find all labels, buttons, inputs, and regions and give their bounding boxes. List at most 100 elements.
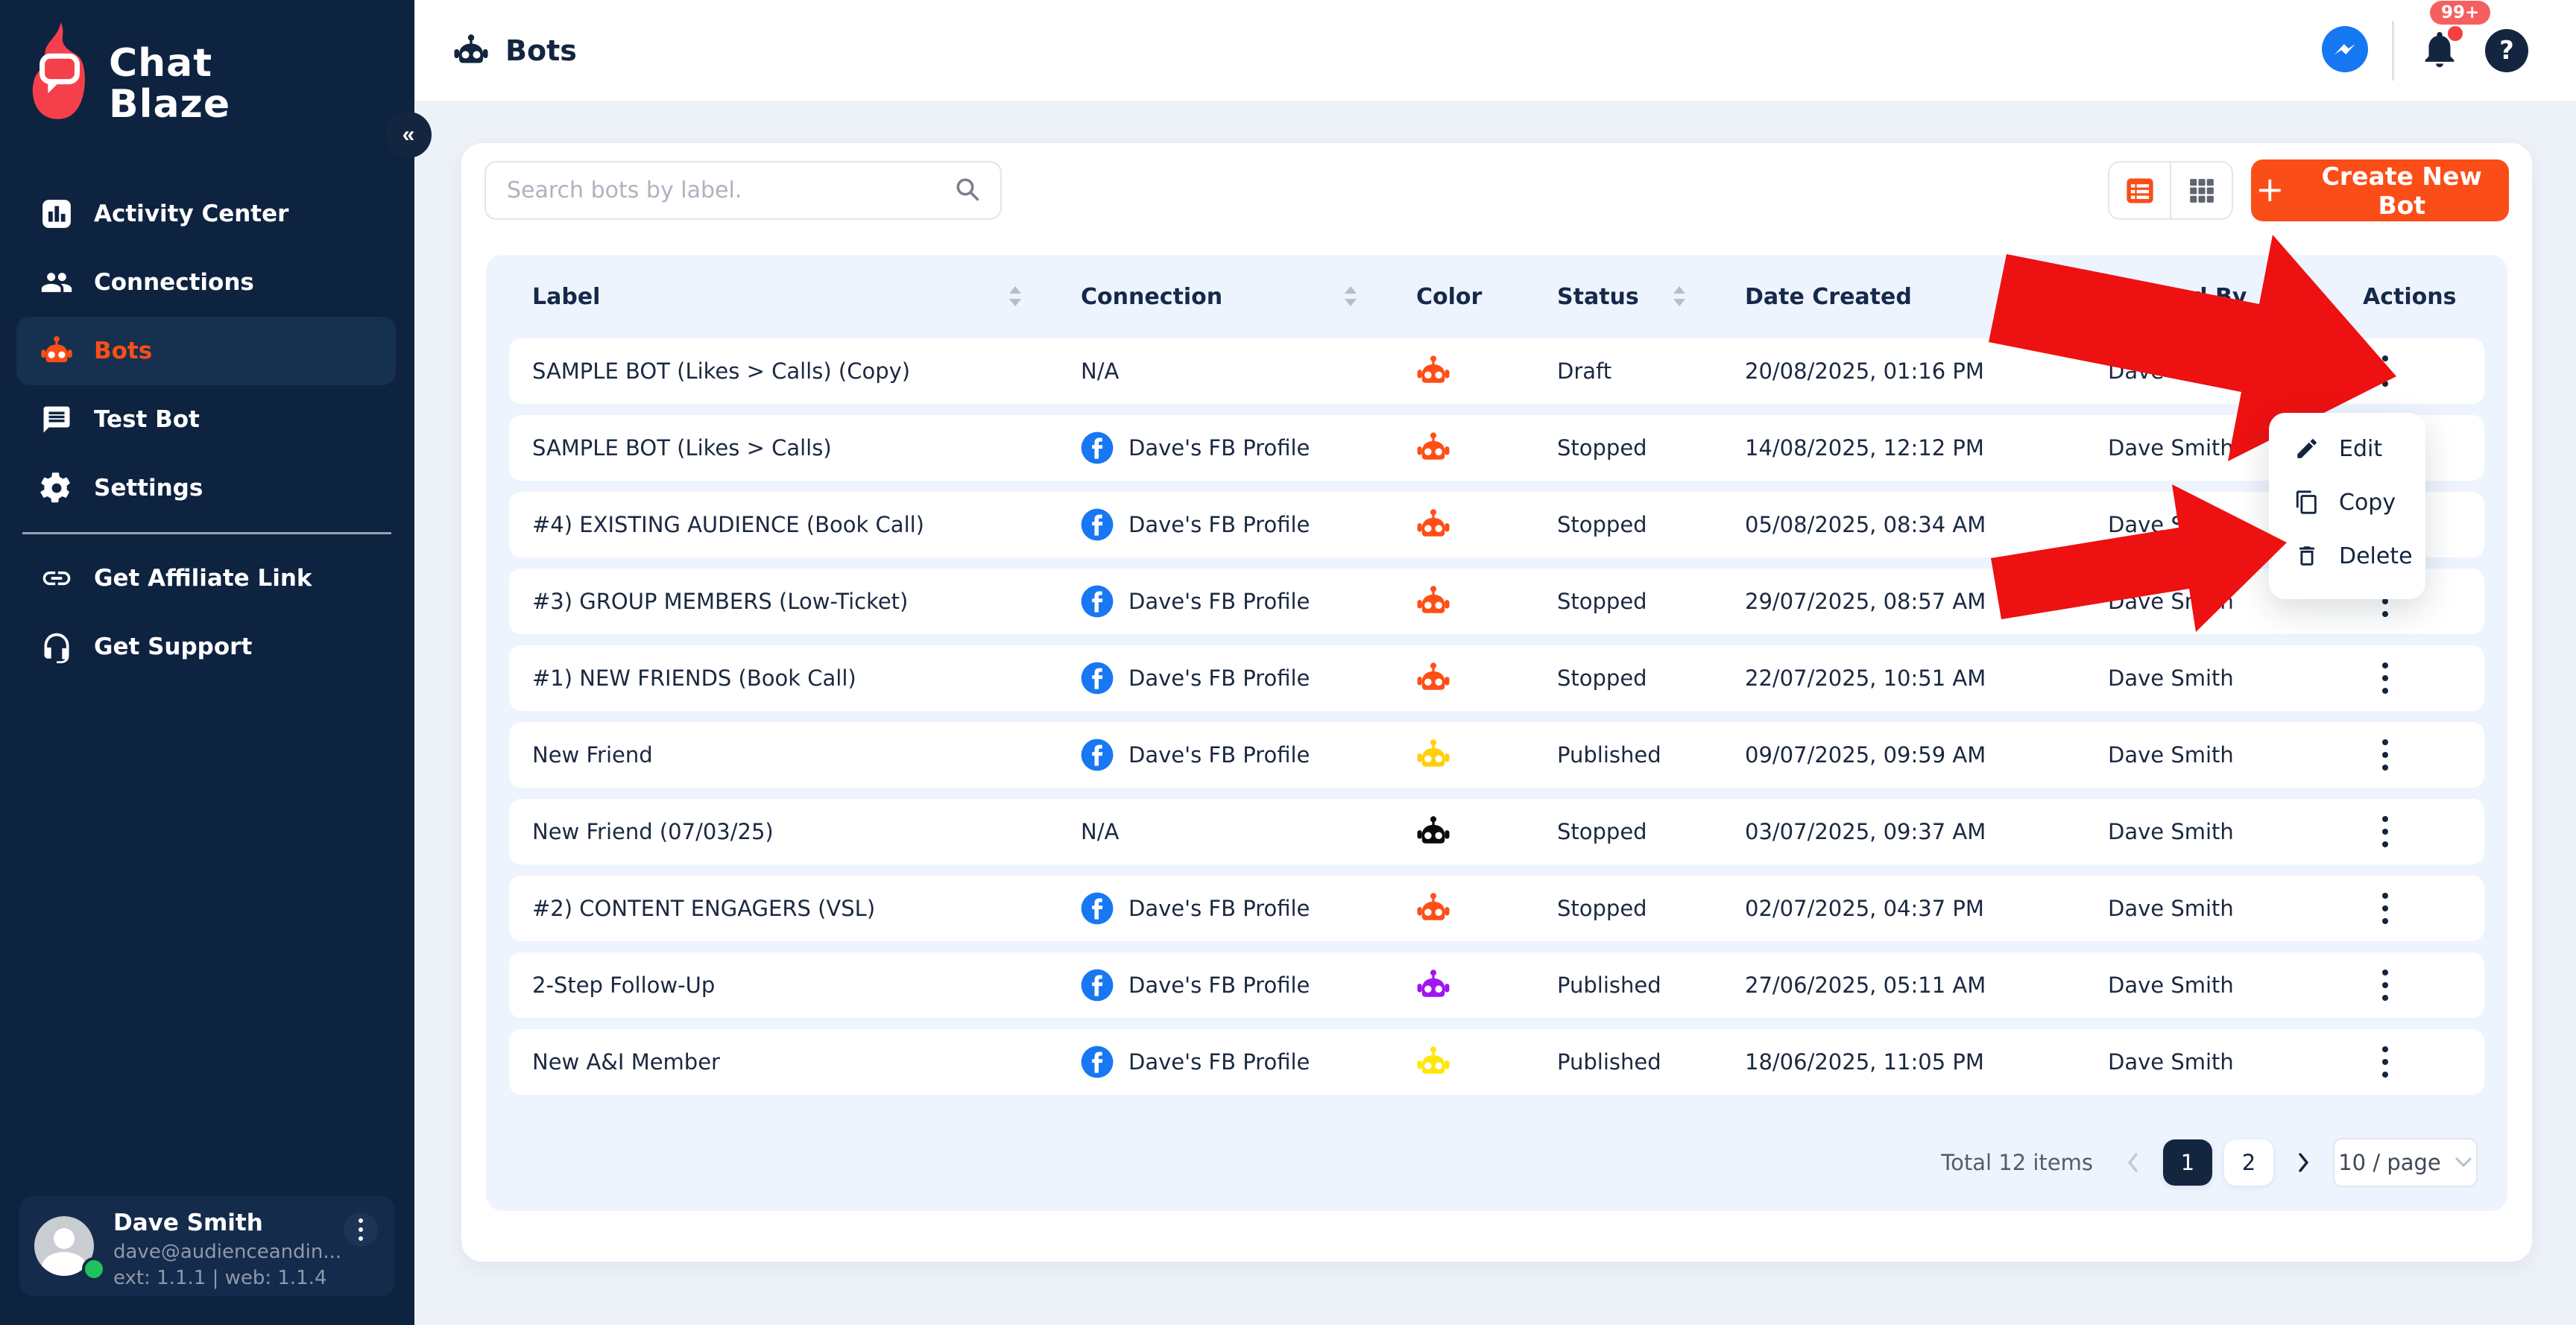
row-actions-kebab[interactable] bbox=[2363, 963, 2408, 1008]
connection-label: Dave's FB Profile bbox=[1128, 973, 1310, 998]
table-row[interactable]: SAMPLE BOT (Likes > Calls) Dave's FB Pro… bbox=[509, 415, 2484, 481]
bot-label: New A&I Member bbox=[532, 1049, 1081, 1075]
row-actions-kebab[interactable] bbox=[2363, 809, 2408, 854]
next-page-button[interactable] bbox=[2288, 1139, 2318, 1186]
sidebar: Chat Blaze Activity Center Connections bbox=[0, 0, 414, 1325]
people-icon bbox=[40, 265, 73, 300]
user-menu-kebab[interactable] bbox=[344, 1212, 378, 1247]
created-by: Dave Smith bbox=[2108, 742, 2363, 768]
column-header-actions: Actions bbox=[2363, 284, 2461, 310]
chat-icon bbox=[40, 404, 73, 435]
table-header: Label Connection Color Status Date Creat… bbox=[486, 255, 2507, 338]
table-row[interactable]: New A&I Member Dave's FB Profile Publish… bbox=[509, 1029, 2484, 1095]
robot-color-icon bbox=[1416, 432, 1450, 464]
sidebar-item-settings[interactable]: Settings bbox=[16, 454, 396, 522]
context-menu-copy[interactable]: Copy bbox=[2269, 475, 2425, 529]
table-row[interactable]: New Friend (07/03/25) N/A Stopped 03/07/… bbox=[509, 799, 2484, 864]
table-row[interactable]: #3) GROUP MEMBERS (Low-Ticket) Dave's FB… bbox=[509, 569, 2484, 634]
sort-icon[interactable] bbox=[2035, 285, 2050, 308]
bot-color bbox=[1416, 432, 1557, 464]
table-row[interactable]: #1) NEW FRIENDS (Book Call) Dave's FB Pr… bbox=[509, 645, 2484, 711]
page-buttons: 12 bbox=[2163, 1139, 2273, 1186]
column-header-color: Color bbox=[1416, 284, 1557, 310]
table-row[interactable]: #4) EXISTING AUDIENCE (Book Call) Dave's… bbox=[509, 492, 2484, 557]
table-row[interactable]: #2) CONTENT ENGAGERS (VSL) Dave's FB Pro… bbox=[509, 876, 2484, 941]
date-created: 20/08/2025, 01:16 PM bbox=[1745, 358, 2108, 384]
search-input[interactable] bbox=[505, 177, 954, 204]
sidebar-item-activity-center[interactable]: Activity Center bbox=[16, 180, 396, 248]
page-button-2[interactable]: 2 bbox=[2224, 1139, 2273, 1186]
sidebar-item-label: Activity Center bbox=[94, 200, 288, 227]
page-size-select[interactable]: 10 / page bbox=[2333, 1138, 2478, 1187]
grid-view-button[interactable] bbox=[2171, 162, 2232, 218]
pagination: Total 12 items 12 10 / page bbox=[1941, 1138, 2478, 1187]
list-view-button[interactable] bbox=[2109, 162, 2171, 218]
bot-status: Published bbox=[1557, 973, 1745, 998]
sidebar-item-label: Connections bbox=[94, 269, 254, 296]
column-header-status[interactable]: Status bbox=[1557, 284, 1745, 310]
created-by: Dave Smith bbox=[2108, 973, 2363, 998]
bot-color bbox=[1416, 509, 1557, 540]
create-new-bot-button[interactable]: + Create New Bot bbox=[2251, 159, 2509, 221]
bot-connection: Dave's FB Profile bbox=[1081, 892, 1416, 925]
table-row[interactable]: New Friend Dave's FB Profile Published 0… bbox=[509, 722, 2484, 788]
facebook-icon bbox=[1081, 585, 1114, 618]
robot-color-icon bbox=[1416, 662, 1450, 694]
column-header-date-created[interactable]: Date Created bbox=[1745, 284, 2108, 310]
search-box[interactable] bbox=[484, 161, 1002, 220]
bot-color bbox=[1416, 893, 1557, 924]
bot-label: New Friend (07/03/25) bbox=[532, 819, 1081, 844]
row-actions-kebab[interactable] bbox=[2363, 733, 2408, 777]
table-row[interactable]: 2-Step Follow-Up Dave's FB Profile Publi… bbox=[509, 952, 2484, 1018]
context-menu-delete[interactable]: Delete bbox=[2269, 529, 2425, 583]
chatblaze-app: Chat Blaze Activity Center Connections bbox=[0, 0, 2576, 1325]
sidebar-collapse-button[interactable]: « bbox=[385, 112, 432, 158]
sidebar-item-affiliate-link[interactable]: Get Affiliate Link bbox=[16, 544, 396, 613]
previous-page-button[interactable] bbox=[2118, 1139, 2148, 1186]
bot-label: #4) EXISTING AUDIENCE (Book Call) bbox=[532, 512, 1081, 537]
context-menu-edit[interactable]: Edit bbox=[2269, 422, 2425, 475]
sort-icon[interactable] bbox=[1672, 285, 1687, 308]
notifications-bell[interactable]: 99+ bbox=[2418, 28, 2461, 74]
column-header-label[interactable]: Label bbox=[532, 284, 1081, 310]
sidebar-item-label: Get Support bbox=[94, 633, 252, 660]
messenger-icon[interactable] bbox=[2322, 26, 2368, 75]
row-actions-kebab[interactable] bbox=[2363, 886, 2408, 931]
bot-connection: Dave's FB Profile bbox=[1081, 1046, 1416, 1078]
row-actions bbox=[2363, 809, 2461, 854]
table-row[interactable]: SAMPLE BOT (Likes > Calls) (Copy) N/A Dr… bbox=[509, 338, 2484, 404]
row-actions-kebab[interactable] bbox=[2363, 349, 2408, 393]
connection-label: N/A bbox=[1081, 819, 1119, 844]
date-created: 29/07/2025, 08:57 AM bbox=[1745, 589, 2108, 614]
row-actions bbox=[2363, 963, 2461, 1008]
online-status-dot bbox=[82, 1257, 106, 1281]
trash-icon bbox=[2294, 543, 2320, 569]
gear-icon bbox=[40, 472, 73, 505]
page-button-1[interactable]: 1 bbox=[2163, 1139, 2212, 1186]
sort-icon[interactable] bbox=[1343, 285, 1358, 308]
sort-icon[interactable] bbox=[2290, 285, 2305, 308]
bot-color bbox=[1416, 739, 1557, 771]
bot-status: Stopped bbox=[1557, 896, 1745, 921]
sidebar-item-test-bot[interactable]: Test Bot bbox=[16, 385, 396, 454]
sidebar-item-support[interactable]: Get Support bbox=[16, 613, 396, 681]
row-actions-kebab[interactable] bbox=[2363, 1040, 2408, 1084]
view-toggle bbox=[2108, 161, 2233, 220]
help-icon[interactable]: ? bbox=[2485, 29, 2528, 72]
created-by: Dave Smith bbox=[2108, 819, 2363, 844]
date-created: 22/07/2025, 10:51 AM bbox=[1745, 665, 2108, 691]
row-actions-kebab[interactable] bbox=[2363, 656, 2408, 701]
facebook-icon bbox=[1081, 969, 1114, 1002]
pencil-icon bbox=[2294, 436, 2320, 461]
row-context-menu: Edit Copy Delete bbox=[2269, 413, 2425, 599]
toolbar: + Create New Bot bbox=[484, 159, 2509, 221]
sidebar-item-connections[interactable]: Connections bbox=[16, 248, 396, 317]
link-icon bbox=[40, 562, 73, 595]
column-header-connection[interactable]: Connection bbox=[1081, 284, 1416, 310]
facebook-icon bbox=[1081, 662, 1114, 695]
total-items-label: Total 12 items bbox=[1941, 1150, 2093, 1175]
sort-icon[interactable] bbox=[1008, 285, 1023, 308]
column-header-created-by[interactable]: Created By bbox=[2108, 284, 2363, 310]
date-created: 14/08/2025, 12:12 PM bbox=[1745, 435, 2108, 461]
sidebar-item-bots[interactable]: Bots bbox=[16, 317, 396, 385]
